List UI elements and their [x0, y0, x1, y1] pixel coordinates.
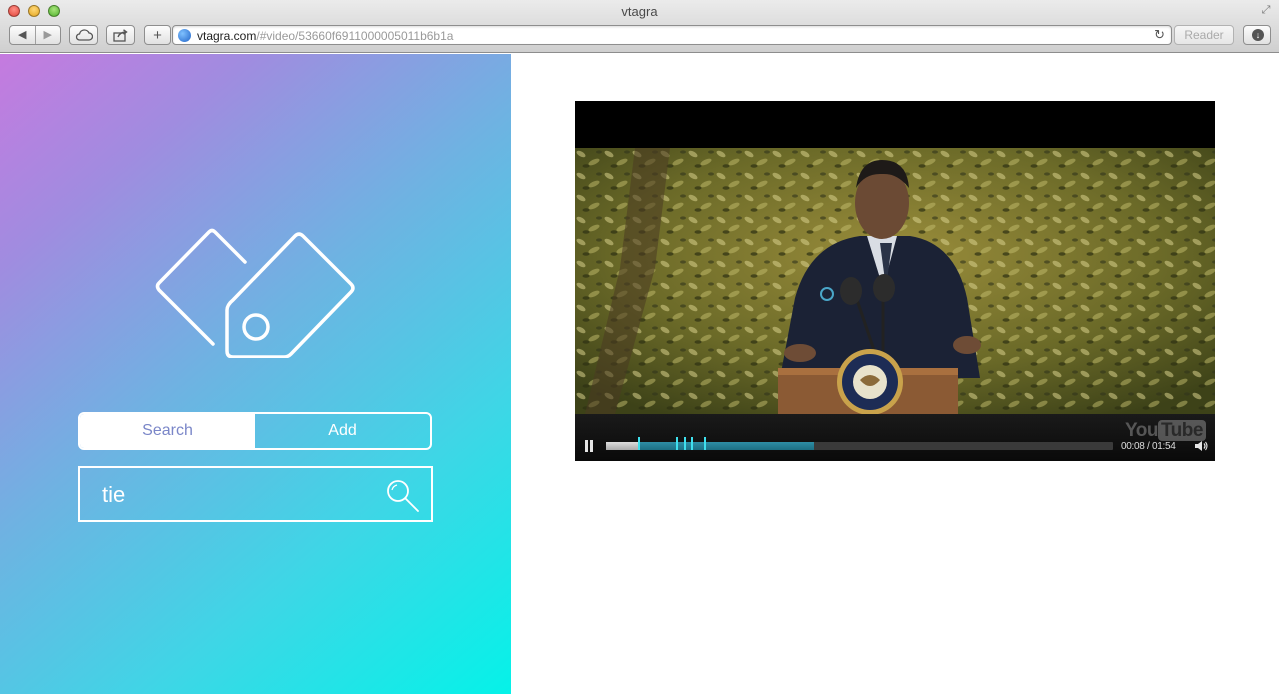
- tag-marker[interactable]: [638, 437, 641, 450]
- video-frame[interactable]: [575, 148, 1215, 414]
- search-input[interactable]: [102, 480, 372, 510]
- forward-button[interactable]: ▶: [34, 26, 61, 44]
- speaker-icon[interactable]: [1194, 440, 1208, 452]
- downloads-button[interactable]: ↓: [1243, 25, 1271, 45]
- reload-icon[interactable]: ↻: [1154, 27, 1165, 43]
- tag-marker[interactable]: [683, 437, 686, 450]
- icloud-tabs-button[interactable]: [69, 25, 98, 45]
- nav-button-group: ◀ ▶: [9, 25, 61, 45]
- add-mode-tab[interactable]: Add: [255, 414, 430, 448]
- pause-icon[interactable]: [584, 440, 594, 452]
- back-button[interactable]: ◀: [10, 26, 35, 44]
- globe-icon: [178, 29, 191, 42]
- share-button[interactable]: [106, 25, 135, 45]
- progress-played: [606, 442, 640, 450]
- watermark-text-you: You: [1125, 420, 1158, 441]
- player-controls: You Tube 00:08 / 01:54: [575, 414, 1215, 461]
- youtube-watermark[interactable]: You Tube: [1125, 420, 1206, 442]
- video-player[interactable]: You Tube 00:08 / 01:54: [575, 101, 1215, 461]
- browser-toolbar: vtagra ⤢ ◀ ▶ + vtagra.com/#video/53660f6…: [0, 0, 1279, 53]
- share-icon: [112, 28, 128, 42]
- search-mode-tab[interactable]: Search: [80, 414, 255, 448]
- time-display: 00:08 / 01:54: [1121, 441, 1176, 452]
- download-icon: ↓: [1252, 29, 1264, 41]
- fullscreen-icon[interactable]: ⤢: [1259, 3, 1273, 17]
- tags-icon: [155, 228, 355, 358]
- reader-button[interactable]: Reader: [1174, 25, 1234, 45]
- tag-marker[interactable]: [675, 437, 678, 450]
- cloud-icon: [75, 29, 93, 41]
- new-tab-button[interactable]: +: [144, 25, 171, 45]
- url-path: /#video/53660f6911000005011b6b1a: [256, 29, 454, 43]
- search-box: [78, 466, 433, 522]
- url-text[interactable]: vtagra.com/#video/53660f6911000005011b6b…: [197, 29, 453, 43]
- mode-toggle: Search Add: [78, 412, 432, 450]
- tag-marker[interactable]: [691, 437, 694, 450]
- magnifier-icon[interactable]: [385, 478, 421, 514]
- app-sidebar: Search Add: [0, 54, 511, 694]
- watermark-text-tube: Tube: [1157, 420, 1206, 441]
- progress-bar[interactable]: [606, 442, 1113, 450]
- tag-marker[interactable]: [703, 437, 706, 450]
- url-host: vtagra.com: [197, 29, 257, 43]
- address-bar[interactable]: vtagra.com/#video/53660f6911000005011b6b…: [172, 25, 1172, 45]
- window-title: vtagra: [621, 4, 658, 19]
